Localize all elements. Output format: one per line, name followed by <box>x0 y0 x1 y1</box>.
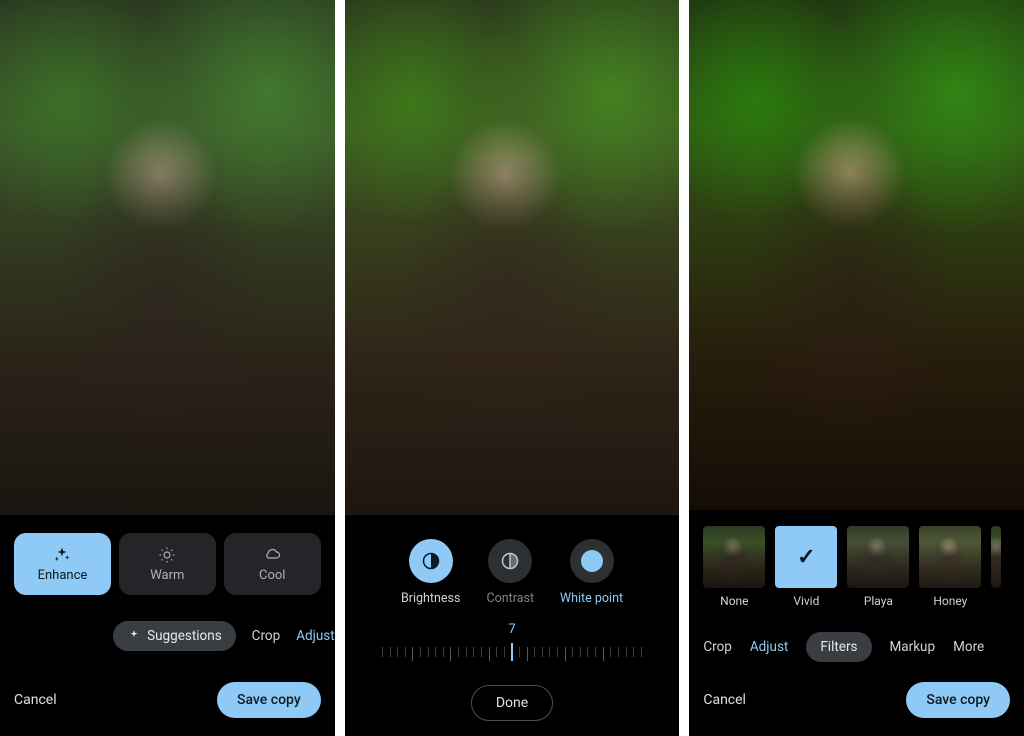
suggestion-cool[interactable]: Cool <box>224 533 321 595</box>
filter-label: Honey <box>933 594 967 608</box>
controls-panel: Brightness Contrast White point 7 <box>345 515 680 736</box>
photo-preview[interactable] <box>689 0 1024 510</box>
filter-label: Playa <box>864 594 893 608</box>
filter-label: None <box>720 594 748 608</box>
filter-honey[interactable]: Honey <box>919 526 981 608</box>
check-icon: ✓ <box>797 545 815 570</box>
filter-thumb <box>991 526 1001 588</box>
slider-value: 7 <box>508 622 515 637</box>
adjustment-options: Brightness Contrast White point <box>345 515 680 612</box>
adjust-label: Brightness <box>401 591 461 606</box>
adjust-brightness[interactable]: Brightness <box>401 539 461 606</box>
cancel-button[interactable]: Cancel <box>14 692 57 708</box>
editor-tabs: Crop Adjust Filters Markup More <box>689 616 1024 662</box>
suggestion-label: Cool <box>259 568 285 583</box>
filter-thumb <box>919 526 981 588</box>
filter-label: Vivid <box>793 594 819 608</box>
save-copy-button[interactable]: Save copy <box>217 682 321 718</box>
suggestion-label: Warm <box>150 568 184 583</box>
cancel-button[interactable]: Cancel <box>703 692 746 708</box>
filter-thumb <box>703 526 765 588</box>
done-button[interactable]: Done <box>471 685 553 721</box>
tab-adjust[interactable]: Adjust <box>750 639 788 655</box>
tab-adjust[interactable]: Adjust <box>296 628 334 644</box>
suggestions-row: Enhance Warm Cool <box>0 515 335 609</box>
filter-none[interactable]: None <box>703 526 765 608</box>
phone-screen-filters: None ✓ Vivid Playa Honey Crop Adjust <box>689 0 1024 736</box>
phone-screen-suggestions: Enhance Warm Cool Suggestions <box>0 0 335 736</box>
slider-track[interactable] <box>382 639 642 667</box>
tab-filters[interactable]: Filters <box>806 632 871 662</box>
filter-playa[interactable]: Playa <box>847 526 909 608</box>
suggestion-warm[interactable]: Warm <box>119 533 216 595</box>
slider-thumb[interactable] <box>511 643 513 661</box>
editor-tabs: Suggestions Crop Adjust <box>0 609 335 651</box>
footer-bar: Cancel Save copy <box>0 662 335 736</box>
cloud-icon <box>262 546 282 564</box>
tab-crop[interactable]: Crop <box>703 639 732 655</box>
filter-more[interactable] <box>991 526 1001 608</box>
controls-panel: Enhance Warm Cool Suggestions <box>0 515 335 736</box>
sparkle-icon <box>53 546 71 564</box>
filter-vivid[interactable]: ✓ Vivid <box>775 526 837 608</box>
suggestion-label: Enhance <box>38 568 88 583</box>
adjust-label: Contrast <box>486 591 534 606</box>
tab-more[interactable]: More <box>953 639 984 655</box>
tab-crop[interactable]: Crop <box>252 628 281 644</box>
tab-suggestions[interactable]: Suggestions <box>113 621 236 651</box>
tab-label: Suggestions <box>147 628 222 644</box>
controls-panel: None ✓ Vivid Playa Honey Crop Adjust <box>689 510 1024 736</box>
footer-bar: Cancel Save copy <box>689 662 1024 736</box>
contrast-icon <box>488 539 532 583</box>
brightness-icon <box>409 539 453 583</box>
filter-thumb-selected: ✓ <box>775 526 837 588</box>
filter-thumb <box>847 526 909 588</box>
whitepoint-icon <box>570 539 614 583</box>
adjust-contrast[interactable]: Contrast <box>486 539 534 606</box>
save-copy-button[interactable]: Save copy <box>906 682 1010 718</box>
adjust-whitepoint[interactable]: White point <box>560 539 623 606</box>
sun-icon <box>158 546 176 564</box>
photo-preview[interactable] <box>345 0 680 515</box>
adjustment-slider[interactable]: 7 <box>345 612 680 667</box>
tab-markup[interactable]: Markup <box>890 639 936 655</box>
filter-thumbnails[interactable]: None ✓ Vivid Playa Honey <box>689 510 1024 616</box>
adjust-label: White point <box>560 591 623 606</box>
phone-screen-adjust: Brightness Contrast White point 7 <box>345 0 680 736</box>
photo-preview[interactable] <box>0 0 335 515</box>
suggestion-enhance[interactable]: Enhance <box>14 533 111 595</box>
sparkle-icon <box>127 629 141 643</box>
